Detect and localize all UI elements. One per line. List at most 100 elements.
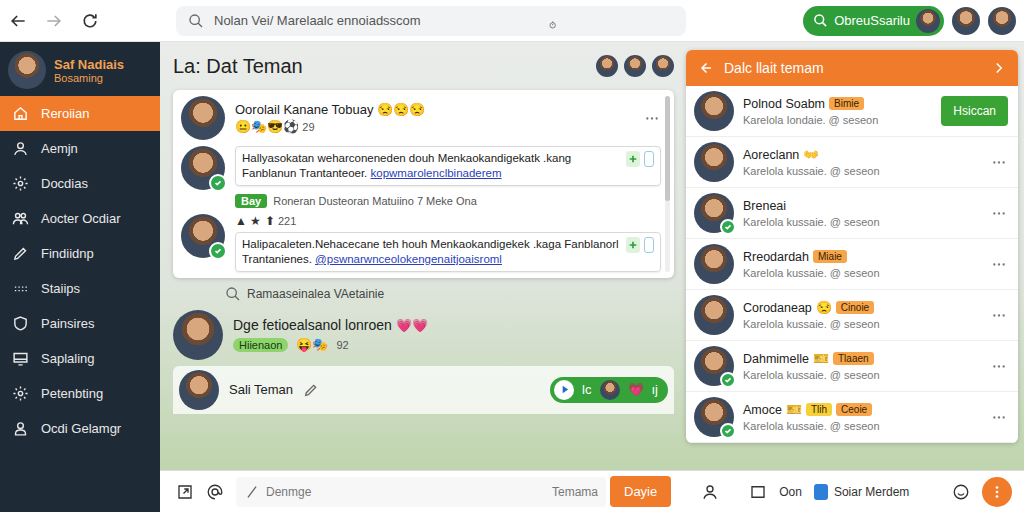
sidebar-label: Saplaling bbox=[41, 351, 95, 366]
panel-header: Dalc llait temam bbox=[686, 50, 1018, 86]
online-badge bbox=[209, 242, 227, 260]
panel-title: Dalc llait temam bbox=[724, 60, 824, 76]
friend-item[interactable]: Dahmimelle 🎫 Tlaaen Karelola kussaie. @ … bbox=[686, 341, 1018, 392]
add-button[interactable] bbox=[626, 237, 640, 253]
friend-item[interactable]: Corodaneap 😒 Cinoie Karelola kussaie. @ … bbox=[686, 290, 1018, 341]
sidebar: Saf Nadiais Bosaming Reroiian Aemjn Docd… bbox=[0, 42, 160, 512]
avatar[interactable] bbox=[600, 380, 620, 400]
pencil-icon bbox=[244, 484, 260, 500]
friend-row[interactable]: Sali Teman lc 💗 ıj bbox=[173, 366, 674, 414]
plus-icon bbox=[628, 154, 638, 164]
settings-icon bbox=[12, 385, 29, 402]
more-icon[interactable] bbox=[992, 262, 1008, 267]
more-icon[interactable] bbox=[645, 116, 661, 121]
status-label[interactable]: Oon bbox=[779, 485, 802, 499]
message-text: Halipacaleten.Nehacecane teh houh Menkao… bbox=[242, 237, 622, 267]
pencil-icon[interactable] bbox=[303, 382, 319, 398]
send-button[interactable]: Dayie bbox=[610, 476, 671, 507]
sidebar-label: Ocdi Gelamgr bbox=[41, 421, 121, 436]
person-icon[interactable] bbox=[701, 483, 719, 501]
play-icon bbox=[559, 384, 570, 395]
more-icon[interactable] bbox=[992, 313, 1008, 318]
post-title: Dge fetioealsanol lonroen 💗💗 bbox=[233, 317, 428, 333]
post-avatar[interactable] bbox=[173, 310, 223, 360]
reload-icon[interactable] bbox=[80, 11, 100, 31]
sidebar-item[interactable]: Staiips bbox=[0, 271, 160, 306]
sidebar-item[interactable]: Ocdi Gelamgr bbox=[0, 411, 160, 446]
friend-item[interactable]: Rreodardah Miaie Karelola kussaie. @ ses… bbox=[686, 239, 1018, 290]
more-icon[interactable] bbox=[992, 364, 1008, 369]
avatar[interactable] bbox=[952, 7, 980, 35]
sidebar-item[interactable]: Petenbting bbox=[0, 376, 160, 411]
friend-item[interactable]: Aoreclann 👐 Karelola kussaie. @ seseon bbox=[686, 137, 1018, 188]
pill-label: ObreuSsarilu bbox=[834, 13, 910, 28]
post-reactions[interactable]: 😝🎭 bbox=[296, 337, 328, 352]
message-link[interactable]: @pswnarwnceolokengenaitjoaisroml bbox=[315, 253, 502, 265]
profile[interactable]: Saf Nadiais Bosaming bbox=[0, 42, 160, 96]
message-input[interactable]: Denmge Temama bbox=[236, 477, 606, 507]
search-hint[interactable]: Ramaaseinalea VAetainie bbox=[173, 284, 674, 304]
address-field[interactable]: Nolan Vei/ Marelaalc ennoiadsscom bbox=[176, 6, 686, 36]
message-link[interactable]: kopwmarolenclbinaderem bbox=[371, 167, 502, 179]
more-icon[interactable] bbox=[992, 160, 1008, 165]
friend-subtitle: Karelola kussaie. @ seseon bbox=[743, 165, 983, 177]
menu-button[interactable] bbox=[982, 477, 1012, 507]
control-label[interactable]: ıj bbox=[652, 382, 659, 397]
browser-nav bbox=[8, 11, 168, 31]
friend-item[interactable]: Breneai Karelola kussaie. @ seseon bbox=[686, 188, 1018, 239]
group-icon bbox=[12, 210, 29, 227]
search-icon bbox=[225, 286, 241, 302]
friend-avatar[interactable] bbox=[179, 370, 219, 410]
message-bubble: Hallyasokatan weharconeneden douh Menkao… bbox=[235, 146, 661, 186]
friend-item[interactable]: Amoce 🎫 TlihCeoie Karelola kussaie. @ se… bbox=[686, 392, 1018, 443]
sidebar-item[interactable]: Saplaling bbox=[0, 341, 160, 376]
avatar[interactable] bbox=[652, 55, 674, 77]
add-button[interactable] bbox=[626, 151, 640, 167]
sidebar-item[interactable]: Aemjn bbox=[0, 131, 160, 166]
avatar[interactable] bbox=[596, 55, 618, 77]
control-label[interactable]: lc bbox=[582, 382, 591, 397]
sidebar-item[interactable]: Aocter Ocdiar bbox=[0, 201, 160, 236]
back-icon[interactable] bbox=[696, 59, 714, 77]
at-icon[interactable] bbox=[206, 483, 224, 501]
like-button[interactable]: 💗 bbox=[628, 382, 644, 397]
share-icon[interactable] bbox=[176, 483, 194, 501]
post-tag[interactable]: Hiienaon bbox=[233, 338, 288, 352]
sidebar-item[interactable]: Findiidnp bbox=[0, 236, 160, 271]
reactions[interactable]: 😐🎭😎⚽ 29 bbox=[235, 119, 635, 134]
post[interactable]: Dge fetioealsanol lonroen 💗💗 Hiienaon 😝🎭… bbox=[173, 310, 674, 360]
message-stats[interactable]: ▲ ★ ⬆ 221 bbox=[235, 214, 661, 228]
friend-tag: Ceoie bbox=[836, 403, 872, 416]
avatar[interactable] bbox=[624, 55, 646, 77]
sidebar-item[interactable]: Docdias bbox=[0, 166, 160, 201]
author-name[interactable]: Oorolail Kanane Tobuay 😒😒😒 bbox=[235, 102, 635, 117]
search-pill[interactable]: ObreuSsarilu bbox=[803, 6, 944, 36]
back-icon[interactable] bbox=[8, 11, 28, 31]
friend-name: Dahmimelle 🎫 Tlaaen bbox=[743, 351, 983, 366]
friend-action-button[interactable]: Hsiccan bbox=[941, 96, 1008, 126]
friend-subtitle: Karelola Iondaie. @ seseon bbox=[743, 114, 932, 126]
attach-button[interactable] bbox=[644, 237, 654, 253]
author-avatar[interactable] bbox=[181, 96, 225, 140]
smiley-icon[interactable] bbox=[952, 483, 970, 501]
note-tag[interactable]: Bay bbox=[235, 194, 267, 208]
friend-name: Sali Teman bbox=[229, 382, 293, 397]
friend-avatar bbox=[694, 244, 734, 284]
timer-icon[interactable] bbox=[431, 13, 674, 29]
friend-item[interactable]: Polnod Soabm Bimie Karelola Iondaie. @ s… bbox=[686, 86, 1018, 137]
attach-button[interactable] bbox=[644, 151, 654, 167]
online-badge bbox=[720, 423, 736, 439]
window-icon[interactable] bbox=[749, 483, 767, 501]
sidebar-item[interactable]: Reroiian bbox=[0, 96, 160, 131]
avatar[interactable] bbox=[988, 7, 1016, 35]
forward-icon[interactable] bbox=[44, 11, 64, 31]
more-icon[interactable] bbox=[992, 211, 1008, 216]
sidebar-item[interactable]: Painsires bbox=[0, 306, 160, 341]
scrollbar[interactable] bbox=[665, 96, 670, 272]
more-icon[interactable] bbox=[992, 415, 1008, 420]
friend-name: Rreodardah Miaie bbox=[743, 250, 983, 264]
play-button[interactable] bbox=[554, 380, 574, 400]
bottom-link[interactable]: Soiar Merdem bbox=[834, 485, 909, 499]
avatar bbox=[916, 9, 940, 33]
chevron-icon[interactable] bbox=[990, 59, 1008, 77]
